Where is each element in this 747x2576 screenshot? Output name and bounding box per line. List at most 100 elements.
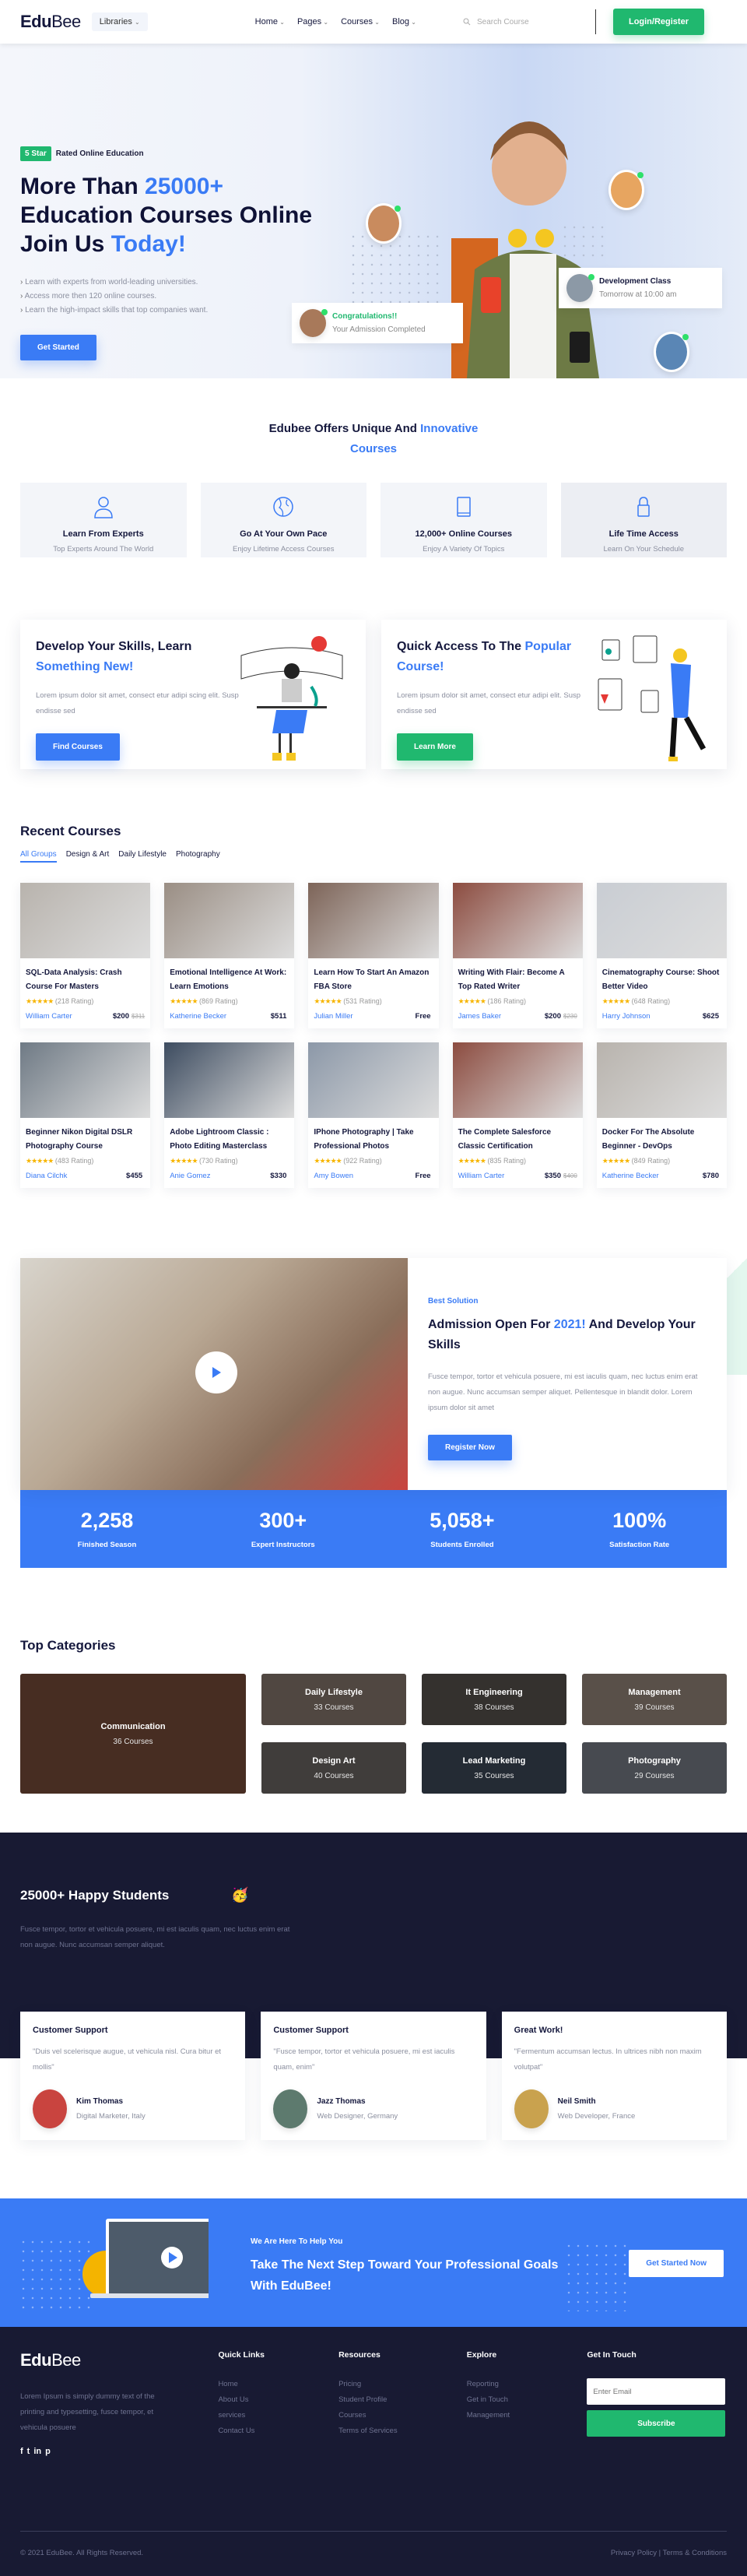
course-title[interactable]: Adobe Lightroom Classic : Photo Editing … <box>170 1126 289 1154</box>
category-card[interactable]: Daily Lifestyle 33 Courses <box>261 1674 406 1725</box>
instructor-link[interactable]: William Carter <box>26 1012 72 1021</box>
login-register-button[interactable]: Login/Register <box>612 9 704 35</box>
promo-cards: Develop Your Skills, Learn Something New… <box>0 581 747 800</box>
facebook-icon[interactable]: f <box>20 2447 23 2456</box>
category-card[interactable]: Lead Marketing 35 Courses <box>422 1742 566 1794</box>
avatar <box>33 2089 67 2128</box>
course-title[interactable]: IPhone Photography | Take Professional P… <box>314 1126 433 1154</box>
rating-count: (730 Rating) <box>199 1157 238 1165</box>
avatar <box>514 2089 549 2128</box>
old-price: $311 <box>131 1013 146 1020</box>
course-card[interactable]: Learn How To Start An Amazon FBA Store ★… <box>308 883 439 1028</box>
rating-count: (648 Rating) <box>631 997 671 1005</box>
instructor-link[interactable]: Anie Gomez <box>170 1172 210 1180</box>
course-title[interactable]: SQL-Data Analysis: Crash Course For Mast… <box>26 966 145 994</box>
twitter-icon[interactable]: t <box>27 2447 30 2456</box>
instructor-link[interactable]: William Carter <box>458 1172 505 1180</box>
find-courses-button[interactable]: Find Courses <box>36 733 120 761</box>
course-title[interactable]: Emotional Intelligence At Work: Learn Em… <box>170 966 289 994</box>
footer-logo[interactable]: EduBee <box>20 2350 218 2370</box>
instructor-link[interactable]: James Baker <box>458 1012 501 1021</box>
rating-count: (922 Rating) <box>343 1157 382 1165</box>
course-thumbnail <box>164 1042 295 1118</box>
course-card[interactable]: The Complete Salesforce Classic Certific… <box>452 1042 583 1188</box>
recent-courses-section: Recent Courses All Groups Design & Art D… <box>0 800 747 1204</box>
rating-count: (483 Rating) <box>54 1157 94 1165</box>
get-started-now-button[interactable]: Get Started Now <box>629 2250 724 2277</box>
get-started-button[interactable]: Get Started <box>20 335 96 360</box>
nav-blog[interactable]: Blog <box>392 17 416 26</box>
logo[interactable]: EduBee <box>20 12 81 32</box>
email-field[interactable] <box>587 2378 726 2405</box>
course-card[interactable]: Writing With Flair: Become A Top Rated W… <box>452 883 583 1028</box>
star-rating-icon: ★★★★★ <box>314 997 342 1005</box>
course-card[interactable]: Emotional Intelligence At Work: Learn Em… <box>164 883 295 1028</box>
course-thumbnail <box>596 883 727 958</box>
stats-bar: 2,258 Finished Season 300+ Expert Instruct… <box>20 1490 727 1568</box>
privacy-policy-link[interactable]: Privacy Policy <box>611 2549 657 2557</box>
online-indicator <box>395 206 401 212</box>
star-rating-icon: ★★★★★ <box>170 997 198 1005</box>
course-title[interactable]: Cinematography Course: Shoot Better Vide… <box>602 966 721 994</box>
testimonial-card: Customer Support "Fusce tempor, tortor e… <box>261 2012 486 2140</box>
avatar <box>273 2089 308 2128</box>
avatar <box>300 309 328 337</box>
old-price: $400 <box>563 1172 577 1179</box>
course-title[interactable]: The Complete Salesforce Classic Certific… <box>458 1126 577 1154</box>
instructor-link[interactable]: Katherine Becker <box>602 1172 659 1180</box>
course-thumbnail <box>20 1042 151 1118</box>
instructor-link[interactable]: Harry Johnson <box>602 1012 651 1021</box>
course-price: $200 $230 <box>544 1012 577 1021</box>
online-indicator <box>682 334 689 340</box>
rating-badge-row: 5 Star Rated Online Education <box>20 146 312 161</box>
nav-pages[interactable]: Pages <box>297 17 328 26</box>
testimonial-card: Great Work! "Fermentum accumsan lectus. … <box>501 2012 727 2140</box>
feature-card: Go At Your Own Pace Enjoy Lifetime Acces… <box>200 483 366 557</box>
offers-section: Edubee Offers Unique And Innovative Cours… <box>0 378 747 581</box>
party-face-icon: 🥳 <box>231 1887 249 1903</box>
nav-courses[interactable]: Courses <box>341 17 380 26</box>
rating-count: (186 Rating) <box>487 997 526 1005</box>
course-price: $330 <box>270 1172 287 1180</box>
search-input[interactable]: Search Course <box>463 18 580 26</box>
register-now-button[interactable]: Register Now <box>428 1435 512 1460</box>
stat-item: 5,058+ Students Enrolled <box>430 1509 495 1549</box>
course-title[interactable]: Docker For The Absolute Beginner - DevOp… <box>602 1126 721 1154</box>
category-card[interactable]: It Engineering 38 Courses <box>422 1674 566 1725</box>
course-card[interactable]: Adobe Lightroom Classic : Photo Editing … <box>164 1042 295 1188</box>
hero-section: 5 Star Rated Online Education More Than … <box>0 44 747 378</box>
laptop-video-illustration <box>82 2219 209 2298</box>
tab-daily-lifestyle[interactable]: Daily Lifestyle <box>118 850 167 863</box>
instructor-link[interactable]: Julian Miller <box>314 1012 352 1021</box>
tab-photography[interactable]: Photography <box>176 850 220 863</box>
course-title[interactable]: Beginner Nikon Digital DSLR Photography … <box>26 1126 145 1154</box>
course-card[interactable]: Docker For The Absolute Beginner - DevOp… <box>596 1042 727 1188</box>
instructor-link[interactable]: Amy Bowen <box>314 1172 353 1180</box>
play-video-button[interactable] <box>195 1351 237 1393</box>
linkedin-icon[interactable]: in <box>33 2447 41 2456</box>
course-title[interactable]: Writing With Flair: Become A Top Rated W… <box>458 966 577 994</box>
learn-more-button[interactable]: Learn More <box>397 733 473 761</box>
libraries-dropdown[interactable]: Libraries ⌄ <box>91 12 148 31</box>
pinterest-icon[interactable]: p <box>45 2447 51 2456</box>
instructor-link[interactable]: Diana Cilchk <box>26 1172 67 1180</box>
course-card[interactable]: IPhone Photography | Take Professional P… <box>308 1042 439 1188</box>
tab-design-art[interactable]: Design & Art <box>66 850 110 863</box>
instructor-link[interactable]: Katherine Becker <box>170 1012 226 1021</box>
course-card[interactable]: Beginner Nikon Digital DSLR Photography … <box>20 1042 151 1188</box>
course-card[interactable]: SQL-Data Analysis: Crash Course For Mast… <box>20 883 151 1028</box>
tab-all-groups[interactable]: All Groups <box>20 850 57 863</box>
rating-count: (218 Rating) <box>54 997 94 1005</box>
category-communication[interactable]: Communication 36 Courses <box>20 1674 246 1794</box>
terms-link[interactable]: Terms & Conditions <box>663 2549 727 2557</box>
class-notification: Development Class Tomorrow at 10:00 am <box>559 268 722 308</box>
star-rating-icon: ★★★★★ <box>314 1157 342 1165</box>
course-title[interactable]: Learn How To Start An Amazon FBA Store <box>314 966 433 994</box>
category-card[interactable]: Photography 29 Courses <box>582 1742 727 1794</box>
category-card[interactable]: Management 39 Courses <box>582 1674 727 1725</box>
category-card[interactable]: Design Art 40 Courses <box>261 1742 406 1794</box>
course-card[interactable]: Cinematography Course: Shoot Better Vide… <box>596 883 727 1028</box>
nav-home[interactable]: Home <box>255 17 285 26</box>
quick-access-card: Quick Access To The Popular Course! Lore… <box>381 620 727 769</box>
subscribe-button[interactable]: Subscribe <box>587 2410 726 2437</box>
